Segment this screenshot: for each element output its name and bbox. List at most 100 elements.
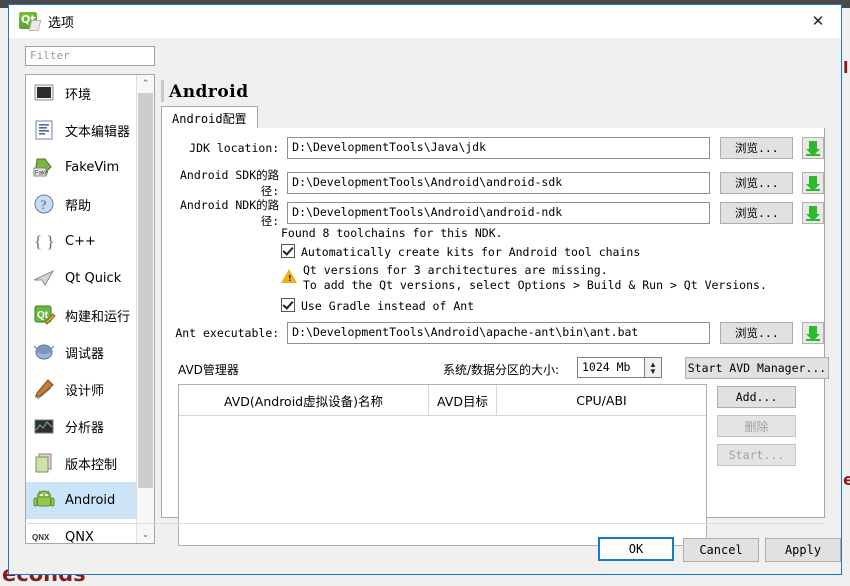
sidebar-item--[interactable]: 调试器 [26, 334, 138, 371]
android-sdk-browse-button[interactable]: 浏览... [720, 172, 794, 194]
gradle-checkbox-row[interactable]: Use Gradle instead of Ant [281, 298, 474, 313]
dialog-body: Filter 环境 文本编辑器 Fake FakeVim? 帮助 { } C++ Qt Qui… [9, 38, 841, 574]
android-ndk-input[interactable]: D:\DevelopmentTools\Android\android-ndk [287, 202, 711, 224]
sidebar-item-label: 环境 [65, 88, 92, 103]
text-editor-icon [32, 118, 58, 144]
options-dialog: Qt 选项 ✕ Filter 环境 文本编辑器 Fake FakeVim? 帮助 { } C… [8, 4, 842, 575]
android-sdk-row: Android SDK的路径: D:\DevelopmentTools\Andr… [162, 167, 825, 199]
jdk-browse-button[interactable]: 浏览... [720, 137, 794, 159]
ok-button[interactable]: OK [598, 537, 674, 561]
help-icon: ? [32, 192, 58, 218]
partition-size-stepper[interactable]: ▲ ▼ [645, 357, 662, 378]
android-ndk-download-icon[interactable] [802, 202, 825, 224]
android-icon [32, 488, 58, 514]
sidebar-item-label: 帮助 [65, 199, 92, 214]
sidebar-item-qt-quick[interactable]: Qt Quick [26, 260, 138, 297]
jdk-location-row: JDK location: D:\DevelopmentTools\Java\j… [162, 137, 825, 159]
start-avd-manager-button[interactable]: Start AVD Manager... [685, 357, 829, 379]
android-ndk-browse-button[interactable]: 浏览... [720, 202, 794, 224]
column-avd-name[interactable]: AVD(Android虚拟设备)名称 [179, 385, 429, 415]
scrollbar-thumb[interactable] [138, 93, 153, 488]
android-ndk-label: Android NDK的路径: [180, 198, 280, 228]
environment-icon [32, 81, 58, 107]
build-run-icon: Qt [32, 303, 58, 329]
toolchains-note: Found 8 toolchains for this NDK. [281, 226, 503, 240]
jdk-location-label: JDK location: [189, 141, 280, 155]
sidebar-item-label: 设计师 [65, 384, 105, 399]
page-title: Android [169, 82, 249, 102]
ant-executable-label: Ant executable: [175, 326, 280, 340]
qtquick-icon [32, 266, 58, 292]
sidebar-item-fakevim[interactable]: Fake FakeVim [26, 149, 138, 186]
android-ndk-row: Android NDK的路径: D:\DevelopmentTools\Andr… [162, 197, 825, 229]
android-sdk-download-icon[interactable] [802, 172, 825, 194]
ant-executable-input[interactable]: D:\DevelopmentTools\Android\apache-ant\b… [287, 322, 711, 344]
qt-versions-warning: ! Qt versions for 3 architectures are mi… [281, 263, 767, 293]
gradle-checkbox[interactable] [281, 298, 295, 312]
column-avd-target[interactable]: AVD目标 [429, 385, 497, 415]
sidebar-scrollbar[interactable]: ⌃ ⌄ [136, 75, 154, 543]
sidebar-item--[interactable]: ? 帮助 [26, 186, 138, 223]
avd-add-button[interactable]: Add... [717, 386, 796, 408]
partition-size-input[interactable]: 1024 Mb [577, 357, 645, 378]
auto-kits-label: Automatically create kits for Android to… [301, 245, 641, 259]
fakevim-icon: Fake [32, 155, 58, 181]
auto-kits-checkbox[interactable] [281, 244, 295, 258]
android-sdk-label: Android SDK的路径: [180, 168, 280, 198]
sidebar-item--[interactable]: 文本编辑器 [26, 112, 138, 149]
debugger-icon [32, 340, 58, 366]
partition-size-label: 系统/数据分区的大小: [443, 363, 560, 377]
auto-kits-checkbox-row[interactable]: Automatically create kits for Android to… [281, 244, 640, 259]
warning-icon: ! [281, 269, 298, 284]
background-text-fragment-right-bottom: e [843, 470, 850, 489]
dialog-title: 选项 [48, 16, 75, 31]
designer-icon [32, 377, 58, 403]
svg-text:?: ? [41, 197, 47, 212]
svg-text:Fake: Fake [35, 170, 49, 176]
sidebar-item--[interactable]: 版本控制 [26, 445, 138, 482]
sidebar-item-label: 调试器 [65, 347, 105, 362]
jdk-location-input[interactable]: D:\DevelopmentTools\Java\jdk [287, 137, 711, 159]
sidebar-item--[interactable]: 环境 [26, 75, 138, 112]
ant-browse-button[interactable]: 浏览... [720, 322, 794, 344]
cancel-button[interactable]: Cancel [683, 538, 759, 562]
sidebar-item--[interactable]: Qt 构建和运行 [26, 297, 138, 334]
android-sdk-input[interactable]: D:\DevelopmentTools\Android\android-sdk [287, 172, 711, 194]
filter-input[interactable]: Filter [25, 46, 155, 66]
jdk-download-icon[interactable] [802, 137, 825, 159]
tab-android-config[interactable]: Android配置 [161, 106, 258, 129]
sidebar-item-label: Qt Quick [65, 271, 122, 286]
warning-line-2: To add the Qt versions, select Options >… [303, 278, 767, 292]
stepper-down-icon[interactable]: ▼ [649, 367, 657, 375]
gradle-label: Use Gradle instead of Ant [301, 299, 475, 313]
apply-button[interactable]: Apply [765, 538, 841, 562]
ant-executable-row: Ant executable: D:\DevelopmentTools\Andr… [162, 322, 825, 344]
ant-download-icon[interactable] [802, 322, 825, 344]
column-cpu-abi[interactable]: CPU/ABI [497, 385, 706, 415]
version-control-icon [32, 451, 58, 477]
avd-start-button: Start... [717, 444, 796, 466]
warning-line-1: Qt versions for 3 architectures are miss… [303, 263, 608, 277]
footer-divider [25, 523, 825, 524]
sidebar-item-c++[interactable]: { } C++ [26, 223, 138, 260]
avd-delete-button: 删除 [717, 415, 796, 437]
settings-category-list[interactable]: 环境 文本编辑器 Fake FakeVim? 帮助 { } C++ Qt Quick Qt 构建和… [25, 74, 155, 544]
scroll-up-icon[interactable]: ⌃ [137, 75, 154, 92]
sidebar-item--[interactable]: 分析器 [26, 408, 138, 445]
sidebar-item-label: 分析器 [65, 421, 105, 436]
sidebar-item-label: 版本控制 [65, 458, 118, 473]
avd-manager-section-label: AVD管理器 [178, 363, 239, 377]
dialog-titlebar: Qt 选项 ✕ [9, 5, 841, 38]
sidebar-item-label: C++ [65, 234, 96, 249]
sidebar-item-android[interactable]: Android [26, 482, 138, 519]
qt-icon: Qt [19, 11, 42, 32]
close-icon[interactable]: ✕ [795, 5, 841, 37]
background-text-fragment-right-top: l [843, 58, 849, 77]
sidebar-item-label: FakeVim [65, 160, 120, 175]
title-accent [161, 80, 164, 102]
cpp-icon: { } [32, 229, 58, 255]
sidebar-item--[interactable]: 设计师 [26, 371, 138, 408]
analyzer-icon [32, 414, 58, 440]
sidebar-item-label: 文本编辑器 [65, 125, 131, 140]
dialog-footer: OK Cancel Apply [9, 518, 841, 574]
